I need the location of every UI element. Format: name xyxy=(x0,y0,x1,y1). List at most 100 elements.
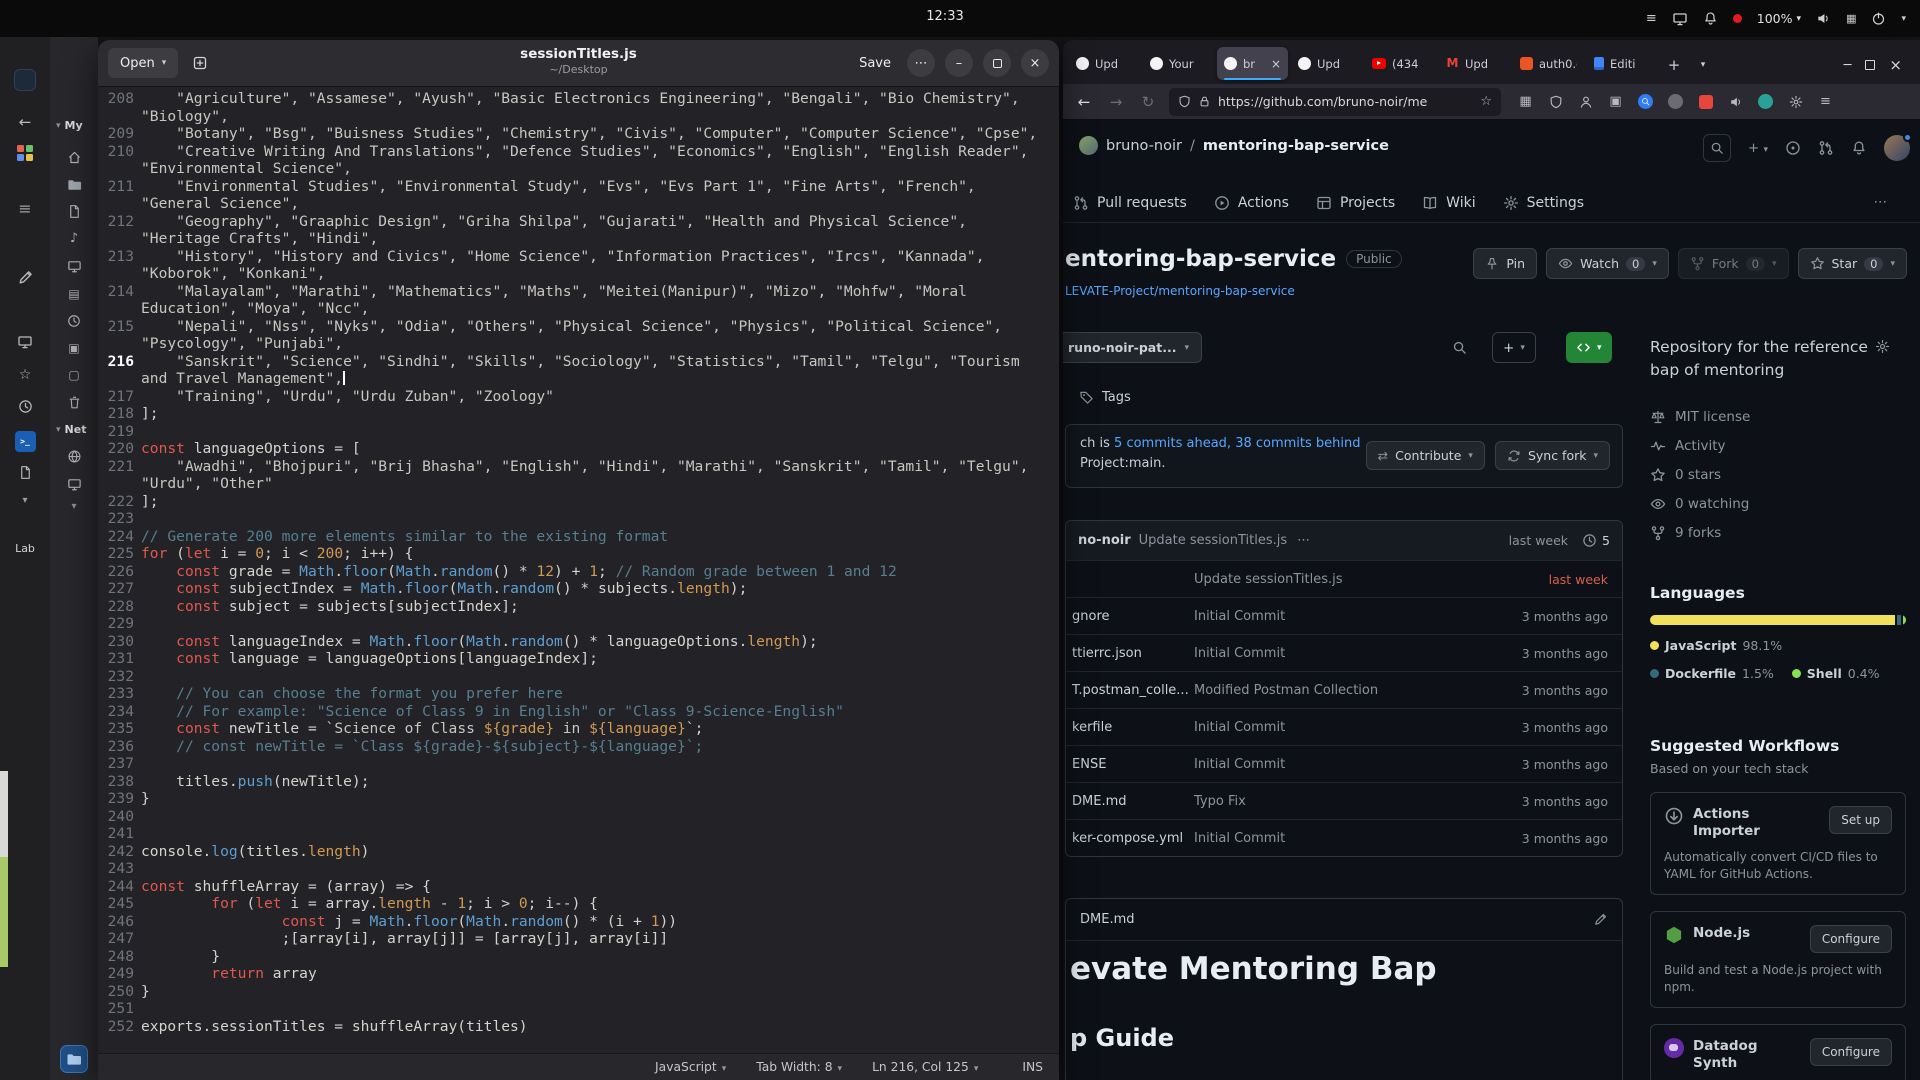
file-commit-message[interactable]: Initial Commit xyxy=(1194,757,1285,772)
contribute-button[interactable]: ⇄ Contribute ▾ xyxy=(1365,441,1485,470)
table-row[interactable]: Update sessionTitles.js last week xyxy=(1066,560,1622,597)
folder-icon[interactable] xyxy=(50,177,98,192)
table-row[interactable]: gnore Initial Commit 3 months ago xyxy=(1066,597,1622,634)
code-line[interactable]: 223 xyxy=(104,510,1059,528)
file-commit-message[interactable]: Initial Commit xyxy=(1194,646,1285,661)
table-row[interactable]: T.postman_colle... Modified Postman Colle… xyxy=(1066,671,1622,708)
code-line[interactable]: 241 xyxy=(104,825,1059,843)
repo-meta-item[interactable]: 0 watching xyxy=(1650,489,1908,518)
code-line[interactable]: 209 "Botany", "Bsg", "Buisness Studies",… xyxy=(104,125,1059,143)
files-app-taskbar-icon[interactable] xyxy=(61,1046,87,1072)
tab-projects[interactable]: Projects xyxy=(1316,195,1395,211)
clock[interactable]: 12:33 xyxy=(905,9,985,24)
display-icon[interactable] xyxy=(1672,11,1688,27)
new-tab-button[interactable]: + xyxy=(1661,50,1687,80)
readme-tab[interactable]: DME.md xyxy=(1080,912,1135,927)
code-line[interactable]: 227 const subjectIndex = Math.floor(Math… xyxy=(104,580,1059,598)
edit-readme-pencil-icon[interactable] xyxy=(1593,912,1608,928)
home-icon[interactable] xyxy=(50,150,98,165)
language-legend-item[interactable]: Dockerfile 1.5% xyxy=(1650,666,1774,681)
sidebar-section-my[interactable]: ▾ My xyxy=(56,119,83,132)
file-name[interactable]: kerfile xyxy=(1072,720,1190,735)
language-selector[interactable]: JavaScript ▾ xyxy=(655,1060,726,1074)
notifications-icon[interactable] xyxy=(1851,140,1867,156)
commit-kebab-icon[interactable]: ⋯ xyxy=(1297,533,1311,548)
recent-icon[interactable] xyxy=(50,314,98,328)
gray-extension-icon[interactable] xyxy=(1667,93,1684,110)
about-settings-gear-icon[interactable] xyxy=(1875,338,1890,354)
breadcrumb-repo[interactable]: mentoring-bap-service xyxy=(1203,138,1389,154)
table-row[interactable]: DME.md Typo Fix 3 months ago xyxy=(1066,782,1622,819)
app-badge-icon[interactable] xyxy=(0,69,50,91)
monitor-icon[interactable] xyxy=(0,334,50,350)
browser-tab[interactable]: Upd xyxy=(1069,47,1140,80)
sidebar-section-network[interactable]: ▾ Net xyxy=(56,423,86,436)
tab-wiki[interactable]: Wiki xyxy=(1422,195,1476,211)
file-name[interactable]: ENSE xyxy=(1072,757,1190,772)
code-line[interactable]: 229 xyxy=(104,615,1059,633)
code-line[interactable]: 213 "History", "History and Civics", "Ho… xyxy=(104,248,1059,283)
list-all-tabs-icon[interactable]: ▾ xyxy=(1690,50,1716,80)
notifications-bell-icon[interactable] xyxy=(1703,11,1718,26)
table-row[interactable]: ker-compose.yml Initial Commit 3 months ag… xyxy=(1066,819,1622,856)
behind-link[interactable]: 38 commits behind xyxy=(1235,436,1360,451)
remote-pc-icon[interactable] xyxy=(50,477,98,492)
code-button[interactable]: ▾ xyxy=(1566,332,1612,363)
account-icon[interactable] xyxy=(1577,93,1594,110)
pin-button[interactable]: Pin xyxy=(1473,248,1538,279)
code-line[interactable]: 215 "Nepali", "Nss", "Nyks", "Odia", "Ot… xyxy=(104,318,1059,353)
code-line[interactable]: 239} xyxy=(104,790,1059,808)
pencil-tool-icon[interactable] xyxy=(0,269,50,286)
code-line[interactable]: 234 // For example: "Science of Class 9 … xyxy=(104,703,1059,721)
recording-indicator-icon[interactable] xyxy=(1732,14,1742,23)
terminal-icon[interactable]: >_ xyxy=(0,431,50,452)
open-button[interactable]: Open ▾ xyxy=(108,48,179,78)
code-line[interactable]: 222]; xyxy=(104,493,1059,511)
teal-extension-icon[interactable] xyxy=(1757,93,1774,110)
star-button[interactable]: Star 0 ▾ xyxy=(1797,248,1907,279)
url-text[interactable]: https://github.com/bruno-noir/me xyxy=(1218,94,1473,109)
tab-actions[interactable]: Actions xyxy=(1214,195,1289,211)
code-line[interactable]: 248 } xyxy=(104,948,1059,966)
browser-tab[interactable]: auth0.o xyxy=(1513,47,1584,80)
file-commit-message[interactable]: Typo Fix xyxy=(1194,794,1246,809)
hamburger-menu-icon[interactable]: ≡ xyxy=(1817,93,1834,110)
code-line[interactable]: 236 // const newTitle = `Class ${grade}-… xyxy=(104,738,1059,756)
star-icon[interactable]: ☆ xyxy=(0,367,50,383)
camera-icon[interactable]: ▢ xyxy=(50,368,98,382)
screenshot-icon[interactable]: ▣ xyxy=(1607,93,1624,110)
breadcrumb-owner[interactable]: bruno-noir xyxy=(1106,138,1182,154)
forked-from-link[interactable]: LEVATE-Project/mentoring-bap-service xyxy=(1065,284,1295,298)
code-line[interactable]: 220 const languageOptions = [ xyxy=(104,440,1059,458)
shield-extension-icon[interactable] xyxy=(1547,93,1564,110)
videos-icon[interactable] xyxy=(50,259,98,274)
nav-overflow-kebab-icon[interactable]: ⋯ xyxy=(1874,194,1889,210)
commit-message[interactable]: Update sessionTitles.js xyxy=(1139,533,1287,548)
code-line[interactable]: 225 for (let i = 0; i < 200; i++) { xyxy=(104,545,1059,563)
create-new-button[interactable]: + ▾ xyxy=(1748,140,1768,156)
code-line[interactable]: 238 titles.push(newTitle); xyxy=(104,773,1059,791)
workflow-action-button[interactable]: Configure xyxy=(1809,1038,1892,1066)
code-line[interactable]: 246 const j = Math.floor(Math.random() *… xyxy=(104,913,1059,931)
code-line[interactable]: 250} xyxy=(104,983,1059,1001)
browser-tab[interactable]: Upd xyxy=(1291,47,1362,80)
code-area[interactable]: 208 "Agriculture", "Assamese", "Ayush", … xyxy=(98,87,1059,1053)
browser-tab[interactable]: (434 xyxy=(1365,47,1436,80)
code-line[interactable]: 216 "Sanskrit", "Science", "Sindhi", "Sk… xyxy=(104,353,1059,388)
search-button[interactable] xyxy=(1702,134,1731,162)
code-line[interactable]: 244 const shuffleArray = (array) => { xyxy=(104,878,1059,896)
issues-icon[interactable] xyxy=(1785,140,1801,156)
clock-icon[interactable] xyxy=(0,399,50,414)
search-extension-icon[interactable] xyxy=(1637,93,1654,110)
file-commit-message[interactable]: Initial Commit xyxy=(1194,609,1285,624)
file-name[interactable]: ttierrc.json xyxy=(1072,646,1190,661)
code-line[interactable]: 210 "Creative Writing And Translations",… xyxy=(104,143,1059,178)
add-file-button[interactable]: + ▾ xyxy=(1492,332,1536,363)
network-globe-icon[interactable] xyxy=(50,449,98,464)
code-line[interactable]: 212 "Geography", "Graaphic Design", "Gri… xyxy=(104,213,1059,248)
file-name[interactable]: ker-compose.yml xyxy=(1072,831,1190,846)
forward-button[interactable]: → xyxy=(1105,93,1127,111)
fork-button[interactable]: Fork 0 ▾ xyxy=(1677,248,1789,279)
code-line[interactable]: 221 "Awadhi", "Bhojpuri", "Brij Bhasha",… xyxy=(104,458,1059,493)
code-line[interactable]: 247 ;[array[i], array[j]] = [array[j], a… xyxy=(104,930,1059,948)
